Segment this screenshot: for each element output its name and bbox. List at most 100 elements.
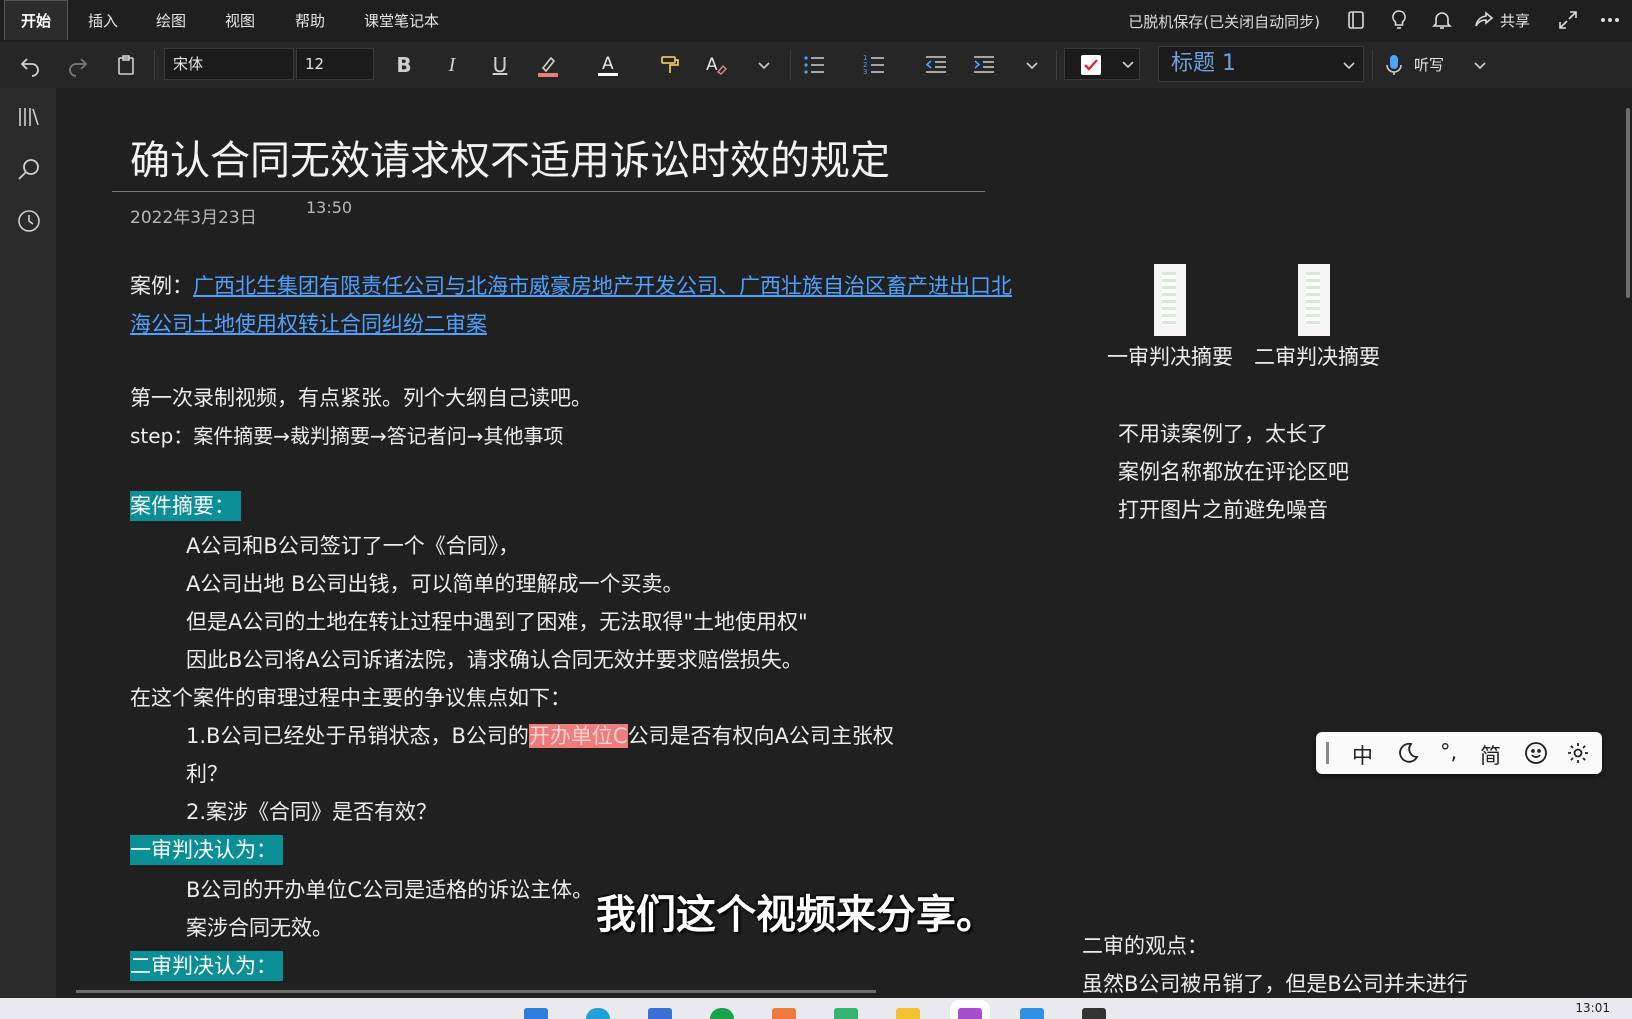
svg-text:3: 3	[863, 68, 867, 76]
font-size-box[interactable]: 12	[296, 48, 374, 80]
underline-icon[interactable]: U	[486, 51, 514, 79]
dispute-1-post: 公司是否有权向A公司主张权	[627, 724, 894, 748]
share-icon[interactable]	[1472, 8, 1496, 32]
dispute-item-1-cont: 利？	[186, 762, 228, 786]
format-painter-icon[interactable]	[656, 51, 684, 79]
share-button[interactable]: 共享	[1500, 10, 1530, 31]
vertical-scrollbar[interactable]	[1626, 108, 1630, 298]
font-color-icon[interactable]: A	[594, 51, 622, 79]
notebook-icon[interactable]	[1344, 8, 1368, 32]
chat-app-icon[interactable]	[710, 1008, 734, 1019]
indent-icon[interactable]	[970, 51, 998, 79]
case-link[interactable]: 广西北生集团有限责任公司与北海市威豪房地产开发公司、广西壮族自治区畜产进出口北	[193, 274, 1012, 298]
bold-icon[interactable]: B	[390, 51, 418, 79]
case-line: 案例：广西北生集团有限责任公司与北海市威豪房地产开发公司、广西壮族自治区畜产进出…	[130, 270, 1012, 300]
tab-view[interactable]: 视图	[225, 10, 255, 31]
bell-icon[interactable]	[1430, 8, 1454, 32]
sync-status: 已脱机保存(已关闭自动同步)	[1128, 13, 1320, 31]
more-icon[interactable]	[1598, 8, 1622, 32]
font-name-box[interactable]: 宋体	[164, 48, 294, 80]
calendar-icon[interactable]	[648, 1008, 672, 1019]
toolbar-divider	[790, 50, 791, 80]
page-title[interactable]: 确认合同无效请求权不适用诉讼时效的规定	[130, 128, 890, 186]
dispute-item-2: 2.案涉《合同》是否有效？	[186, 800, 438, 824]
case-prefix: 案例：	[130, 274, 193, 298]
chevron-down-icon[interactable]	[1018, 51, 1046, 79]
second-instance-label: 二审判决认为：	[130, 951, 283, 981]
dispute-item-1: 1.B公司已经处于吊销状态，B公司的开办单位C公司是否有权向A公司主张权	[186, 720, 894, 750]
highlight-icon[interactable]	[534, 51, 562, 79]
start-icon[interactable]	[524, 1008, 548, 1019]
dictate-button[interactable]: 听写	[1414, 54, 1444, 75]
case-link-cont[interactable]: 海公司土地使用权转让合同纠纷二审案	[130, 312, 487, 336]
app-icon[interactable]	[1020, 1008, 1044, 1019]
italic-icon[interactable]: I	[438, 51, 466, 79]
clipboard-icon[interactable]	[112, 51, 140, 79]
clear-format-icon[interactable]: A	[702, 51, 730, 79]
case-line-cont: 海公司土地使用权转让合同纠纷二审案	[130, 308, 487, 338]
tab-help[interactable]: 帮助	[295, 10, 325, 31]
ribbon-toolbar: 宋体 12 B I U A A 123 标题 1 听写	[0, 42, 1632, 88]
title-divider	[112, 191, 985, 192]
chevron-down-icon[interactable]	[750, 51, 778, 79]
summary-line: A公司出地 B公司出钱，可以简单的理解成一个买卖。	[186, 572, 684, 596]
first-instance-label: 一审判决认为：	[130, 835, 283, 865]
menu-bar: 开始 插入 绘图 视图 帮助 课堂笔记本 已脱机保存(已关闭自动同步) 共享	[0, 0, 1632, 42]
first-instance-line: B公司的开办单位C公司是适格的诉讼主体。	[186, 878, 594, 902]
app-icon[interactable]	[1082, 1008, 1106, 1019]
numbered-list-icon[interactable]: 123	[860, 51, 888, 79]
folder-icon[interactable]	[896, 1008, 920, 1019]
first-judgment-caption: 一审判决摘要	[1107, 345, 1233, 369]
toolbar-divider	[1372, 50, 1373, 80]
outdent-icon[interactable]	[922, 51, 950, 79]
taskbar: 13:01	[0, 998, 1632, 1019]
first-judgment-thumbnail[interactable]	[1154, 264, 1186, 336]
lightbulb-icon[interactable]	[1387, 8, 1411, 32]
ime-drag-handle[interactable]	[1326, 742, 1329, 764]
bullet-list-icon[interactable]	[800, 51, 828, 79]
recent-clock-icon[interactable]	[16, 208, 42, 234]
svg-text:A: A	[706, 55, 718, 75]
app-icon[interactable]	[834, 1008, 858, 1019]
video-subtitle: 我们这个视频来分享。	[596, 892, 996, 938]
navigation-rail	[0, 88, 56, 998]
microphone-icon[interactable]	[1380, 51, 1408, 79]
second-judgment-caption: 二审判决摘要	[1254, 345, 1380, 369]
side-note: 打开图片之前避免噪音	[1118, 498, 1328, 522]
highlighted-text: 开办单位C	[528, 724, 628, 748]
tab-home[interactable]: 开始	[4, 0, 68, 40]
second-judgment-thumbnail[interactable]	[1298, 264, 1330, 336]
browser-icon[interactable]	[586, 1008, 610, 1019]
tab-class-notebook[interactable]: 课堂笔记本	[364, 10, 439, 31]
moon-icon[interactable]	[1396, 741, 1420, 770]
first-instance-heading: 一审判决认为：	[130, 834, 283, 865]
tab-insert[interactable]: 插入	[88, 10, 118, 31]
summary-heading: 案件摘要：	[130, 490, 241, 521]
tag-dropdown[interactable]	[1064, 48, 1140, 80]
library-icon[interactable]	[16, 104, 42, 130]
horizontal-scrollbar[interactable]	[76, 990, 876, 993]
punctuation-icon[interactable]: °,	[1440, 740, 1457, 764]
dispute-intro: 在这个案件的审理过程中主要的争议焦点如下：	[130, 686, 571, 710]
page-time: 13:50	[306, 198, 353, 217]
summary-line: 因此B公司将A公司诉诸法院，请求确认合同无效并要求赔偿损失。	[186, 648, 803, 672]
undo-icon[interactable]	[16, 51, 44, 79]
ime-toolbar: 中 °, 简	[1316, 732, 1602, 774]
settings-gear-icon[interactable]	[1566, 741, 1590, 770]
summary-heading-label: 案件摘要：	[130, 491, 241, 521]
redo-icon[interactable]	[64, 51, 92, 79]
search-icon[interactable]	[16, 156, 42, 182]
side-note: 案例名称都放在评论区吧	[1118, 460, 1349, 484]
side-note: 不用读案例了，太长了	[1118, 422, 1328, 446]
expand-icon[interactable]	[1556, 8, 1580, 32]
summary-line: 但是A公司的土地在转让过程中遇到了困难，无法取得"土地使用权"	[186, 610, 808, 634]
taskbar-clock[interactable]: 13:01	[1575, 1001, 1610, 1015]
emoji-icon[interactable]	[1524, 741, 1548, 770]
onenote-icon[interactable]	[958, 1008, 982, 1019]
style-dropdown[interactable]: 标题 1	[1158, 46, 1364, 82]
tab-draw[interactable]: 绘图	[156, 10, 186, 31]
app-icon[interactable]	[772, 1008, 796, 1019]
chevron-down-icon[interactable]	[1466, 51, 1494, 79]
ime-mode-toggle[interactable]: 中	[1352, 740, 1373, 770]
ime-script-toggle[interactable]: 简	[1480, 740, 1501, 770]
